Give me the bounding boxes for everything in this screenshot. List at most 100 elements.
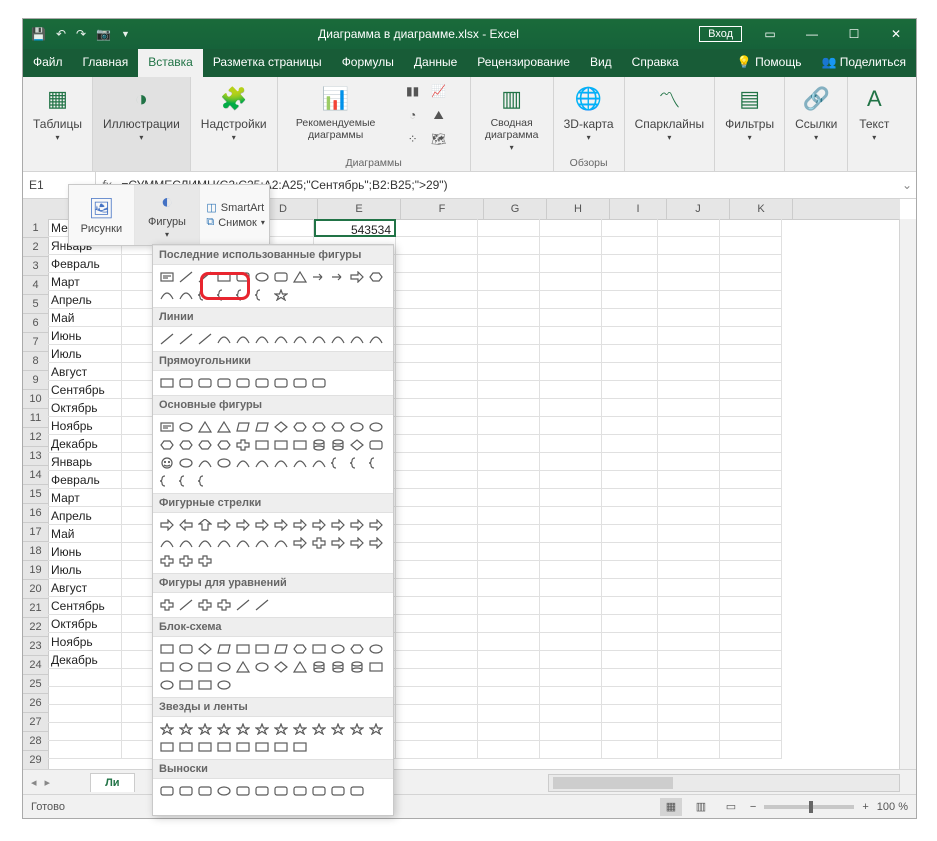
- row-header[interactable]: 27: [23, 713, 48, 732]
- shape-option[interactable]: [309, 330, 328, 348]
- zoom-slider[interactable]: [764, 805, 854, 809]
- cell[interactable]: [602, 273, 658, 291]
- cell[interactable]: [720, 687, 782, 705]
- shape-option[interactable]: [176, 720, 195, 738]
- cell[interactable]: [658, 597, 720, 615]
- shape-option[interactable]: [366, 454, 385, 472]
- shape-option[interactable]: [157, 640, 176, 658]
- cell[interactable]: [720, 237, 782, 255]
- shape-option[interactable]: [233, 640, 252, 658]
- shape-option[interactable]: [271, 374, 290, 392]
- cell[interactable]: [478, 687, 540, 705]
- shape-option[interactable]: [347, 782, 366, 800]
- cell[interactable]: [720, 273, 782, 291]
- cell[interactable]: [478, 669, 540, 687]
- cell[interactable]: Декабрь: [48, 435, 122, 453]
- cell[interactable]: [540, 687, 602, 705]
- cell[interactable]: [602, 687, 658, 705]
- area-chart-icon[interactable]: ⛰: [428, 105, 450, 125]
- cell[interactable]: [396, 543, 478, 561]
- cell[interactable]: Сентябрь: [48, 381, 122, 399]
- shape-option[interactable]: [214, 676, 233, 694]
- cell[interactable]: Апрель: [48, 291, 122, 309]
- cell[interactable]: [720, 669, 782, 687]
- undo-icon[interactable]: ↶: [56, 27, 66, 41]
- shape-option[interactable]: [233, 782, 252, 800]
- shape-option[interactable]: [176, 552, 195, 570]
- shape-option[interactable]: [214, 596, 233, 614]
- cell[interactable]: [396, 417, 478, 435]
- row-header[interactable]: 19: [23, 561, 48, 580]
- cell[interactable]: Март: [48, 489, 122, 507]
- shape-option[interactable]: [252, 596, 271, 614]
- tab-file[interactable]: Файл: [23, 49, 73, 77]
- cell[interactable]: [720, 471, 782, 489]
- shape-option[interactable]: [252, 286, 271, 304]
- shape-option[interactable]: [271, 534, 290, 552]
- cell[interactable]: Май: [48, 525, 122, 543]
- cell[interactable]: Май: [48, 309, 122, 327]
- shape-option[interactable]: [176, 454, 195, 472]
- column-header[interactable]: F: [401, 199, 484, 219]
- shape-option[interactable]: [157, 374, 176, 392]
- shape-option[interactable]: [366, 720, 385, 738]
- cell[interactable]: [602, 705, 658, 723]
- row-header[interactable]: 21: [23, 599, 48, 618]
- cell[interactable]: [658, 543, 720, 561]
- shape-option[interactable]: [214, 738, 233, 756]
- cell[interactable]: [602, 525, 658, 543]
- cell[interactable]: [658, 705, 720, 723]
- shape-option[interactable]: [233, 658, 252, 676]
- shape-option[interactable]: [176, 418, 195, 436]
- cell[interactable]: [602, 381, 658, 399]
- cell[interactable]: [602, 219, 658, 237]
- shape-option[interactable]: [328, 418, 347, 436]
- shape-option[interactable]: [347, 268, 366, 286]
- cell[interactable]: [658, 309, 720, 327]
- shape-option[interactable]: [233, 516, 252, 534]
- shape-option[interactable]: [195, 658, 214, 676]
- cell[interactable]: [478, 507, 540, 525]
- cell[interactable]: [658, 669, 720, 687]
- shape-option[interactable]: [157, 516, 176, 534]
- pie-chart-icon[interactable]: ◔: [402, 105, 424, 125]
- cell[interactable]: [720, 453, 782, 471]
- cell[interactable]: [602, 489, 658, 507]
- row-header[interactable]: 2: [23, 238, 48, 257]
- cell[interactable]: Октябрь: [48, 615, 122, 633]
- shape-option[interactable]: [195, 418, 214, 436]
- cell[interactable]: [602, 723, 658, 741]
- cell[interactable]: [396, 309, 478, 327]
- shape-option[interactable]: [366, 330, 385, 348]
- cell[interactable]: [658, 219, 720, 237]
- cell[interactable]: [540, 669, 602, 687]
- shape-option[interactable]: [233, 418, 252, 436]
- cell[interactable]: Июнь: [48, 327, 122, 345]
- cell[interactable]: [478, 309, 540, 327]
- cell[interactable]: [602, 237, 658, 255]
- shape-option[interactable]: [271, 738, 290, 756]
- cell[interactable]: [396, 561, 478, 579]
- cell[interactable]: [478, 633, 540, 651]
- cell[interactable]: [396, 579, 478, 597]
- cell[interactable]: [540, 543, 602, 561]
- shape-option[interactable]: [347, 720, 366, 738]
- cell[interactable]: 543534: [314, 219, 396, 237]
- shape-option[interactable]: [271, 268, 290, 286]
- shape-option[interactable]: [290, 268, 309, 286]
- cell[interactable]: Апрель: [48, 507, 122, 525]
- shape-option[interactable]: [252, 534, 271, 552]
- shape-option[interactable]: [309, 436, 328, 454]
- cell[interactable]: Февраль: [48, 471, 122, 489]
- shape-option[interactable]: [157, 472, 176, 490]
- smartart-button[interactable]: ◫SmartArt: [206, 201, 264, 214]
- cell[interactable]: [540, 507, 602, 525]
- shape-option[interactable]: [214, 640, 233, 658]
- cell[interactable]: [720, 309, 782, 327]
- shape-option[interactable]: [195, 330, 214, 348]
- cell[interactable]: [396, 255, 478, 273]
- cell[interactable]: [396, 381, 478, 399]
- row-header[interactable]: 20: [23, 580, 48, 599]
- shape-option[interactable]: [309, 418, 328, 436]
- cell[interactable]: [720, 561, 782, 579]
